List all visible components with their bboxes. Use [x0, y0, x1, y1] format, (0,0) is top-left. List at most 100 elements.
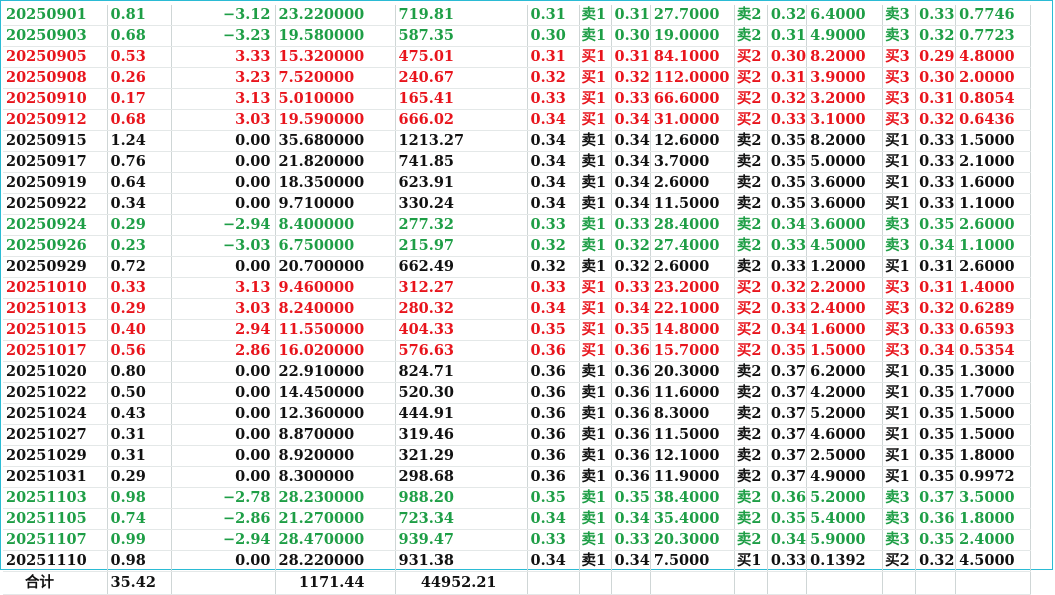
order-price-1[interactable]: 0.34	[611, 130, 651, 152]
order-price-2[interactable]: 0.37	[767, 382, 808, 404]
amount-cell[interactable]: 623.91	[395, 172, 528, 194]
turnover-cell[interactable]: 0.64	[107, 172, 172, 194]
amount-cell[interactable]: 723.34	[395, 508, 528, 530]
order-price-2[interactable]: 0.33	[767, 109, 808, 131]
volume-cell[interactable]: 8.870000	[275, 424, 396, 446]
order-volume-1[interactable]: 15.7000	[650, 340, 735, 362]
change-cell[interactable]: 0.00	[171, 151, 276, 173]
order-volume-3[interactable]: 1.7000	[955, 382, 1032, 404]
order-volume-2[interactable]: 0.1392	[806, 550, 884, 572]
order-volume-3[interactable]: 1.5000	[955, 403, 1032, 425]
price-cell[interactable]: 0.34	[527, 298, 580, 320]
order-price-3[interactable]: 0.31	[915, 88, 957, 110]
change-cell[interactable]: 3.03	[171, 109, 276, 131]
order-volume-3[interactable]: 1.8000	[955, 508, 1032, 530]
order-label-1[interactable]: 买1	[579, 298, 612, 320]
price-cell[interactable]: 0.32	[527, 256, 580, 278]
price-cell[interactable]: 0.34	[527, 109, 580, 131]
date-cell[interactable]: 20251020	[3, 361, 108, 383]
order-volume-1[interactable]: 11.9000	[650, 466, 735, 488]
order-volume-2[interactable]: 6.2000	[806, 361, 884, 383]
order-label-1[interactable]: 卖1	[579, 424, 612, 446]
date-cell[interactable]: 20251022	[3, 382, 108, 404]
turnover-cell[interactable]: 0.68	[107, 25, 172, 47]
order-volume-2[interactable]: 1.5000	[806, 340, 884, 362]
turnover-cell[interactable]: 0.29	[107, 466, 172, 488]
order-volume-2[interactable]: 3.2000	[806, 88, 884, 110]
order-volume-1[interactable]: 84.1000	[650, 46, 735, 68]
turnover-cell[interactable]: 0.33	[107, 277, 172, 299]
order-label-2[interactable]: 买2	[734, 277, 768, 299]
price-cell[interactable]: 0.34	[527, 508, 580, 530]
date-cell[interactable]: 20250910	[3, 88, 108, 110]
order-label-1[interactable]: 买1	[579, 109, 612, 131]
date-cell[interactable]: 20251029	[3, 445, 108, 467]
volume-cell[interactable]: 7.520000	[275, 67, 396, 89]
amount-cell[interactable]: 280.32	[395, 298, 528, 320]
turnover-cell[interactable]: 0.17	[107, 88, 172, 110]
price-cell[interactable]: 0.33	[527, 277, 580, 299]
price-cell[interactable]: 0.30	[527, 25, 580, 47]
totals-empty-cell[interactable]	[915, 571, 957, 595]
amount-cell[interactable]: 741.85	[395, 151, 528, 173]
order-price-1[interactable]: 0.31	[611, 46, 651, 68]
order-label-2[interactable]: 卖2	[734, 130, 768, 152]
price-cell[interactable]: 0.35	[527, 319, 580, 341]
totals-label[interactable]: 合计	[3, 571, 108, 595]
order-label-3[interactable]: 买1	[882, 466, 917, 488]
order-label-3[interactable]: 卖3	[882, 487, 917, 509]
order-price-2[interactable]: 0.33	[767, 550, 808, 572]
turnover-cell[interactable]: 0.34	[107, 193, 172, 215]
date-cell[interactable]: 20250901	[3, 5, 108, 26]
order-price-2[interactable]: 0.37	[767, 361, 808, 383]
date-cell[interactable]: 20250908	[3, 67, 108, 89]
order-volume-3[interactable]: 0.8054	[955, 88, 1032, 110]
order-volume-3[interactable]: 4.8000	[955, 46, 1032, 68]
order-label-3[interactable]: 买3	[882, 46, 917, 68]
order-volume-1[interactable]: 11.5000	[650, 424, 735, 446]
order-price-1[interactable]: 0.34	[611, 193, 651, 215]
order-volume-1[interactable]: 112.0000	[650, 67, 735, 89]
order-label-1[interactable]: 买1	[579, 277, 612, 299]
order-volume-3[interactable]: 0.6289	[955, 298, 1032, 320]
date-cell[interactable]: 20250903	[3, 25, 108, 47]
order-price-3[interactable]: 0.33	[915, 172, 957, 194]
change-cell[interactable]: 0.00	[171, 424, 276, 446]
order-price-1[interactable]: 0.36	[611, 424, 651, 446]
date-cell[interactable]: 20250917	[3, 151, 108, 173]
order-label-1[interactable]: 卖1	[579, 256, 612, 278]
order-price-2[interactable]: 0.33	[767, 256, 808, 278]
price-cell[interactable]: 0.36	[527, 445, 580, 467]
order-label-2[interactable]: 买2	[734, 319, 768, 341]
date-cell[interactable]: 20251027	[3, 424, 108, 446]
totals-empty-cell[interactable]	[527, 571, 580, 595]
change-cell[interactable]: 3.23	[171, 67, 276, 89]
totals-empty-cell[interactable]	[767, 571, 808, 595]
order-volume-3[interactable]: 1.6000	[955, 172, 1032, 194]
date-cell[interactable]: 20251110	[3, 550, 108, 572]
order-volume-3[interactable]: 0.6593	[955, 319, 1032, 341]
date-cell[interactable]: 20250915	[3, 130, 108, 152]
order-volume-2[interactable]: 3.6000	[806, 172, 884, 194]
order-price-2[interactable]: 0.37	[767, 424, 808, 446]
change-cell[interactable]: 3.33	[171, 46, 276, 68]
change-cell[interactable]: 0.00	[171, 256, 276, 278]
order-label-3[interactable]: 买3	[882, 109, 917, 131]
order-volume-1[interactable]: 3.7000	[650, 151, 735, 173]
change-cell[interactable]: 0.00	[171, 361, 276, 383]
order-label-3[interactable]: 买2	[882, 550, 917, 572]
order-label-2[interactable]: 卖2	[734, 445, 768, 467]
order-volume-3[interactable]: 2.6000	[955, 256, 1032, 278]
order-price-3[interactable]: 0.31	[915, 256, 957, 278]
order-price-1[interactable]: 0.32	[611, 235, 651, 257]
order-price-1[interactable]: 0.34	[611, 508, 651, 530]
order-price-3[interactable]: 0.33	[915, 5, 957, 26]
amount-cell[interactable]: 330.24	[395, 193, 528, 215]
turnover-cell[interactable]: 0.31	[107, 445, 172, 467]
order-price-2[interactable]: 0.37	[767, 445, 808, 467]
totals-empty-cell[interactable]	[611, 571, 651, 595]
order-label-3[interactable]: 买1	[882, 445, 917, 467]
order-price-3[interactable]: 0.35	[915, 466, 957, 488]
order-volume-3[interactable]: 0.7723	[955, 25, 1032, 47]
date-cell[interactable]: 20251107	[3, 529, 108, 551]
